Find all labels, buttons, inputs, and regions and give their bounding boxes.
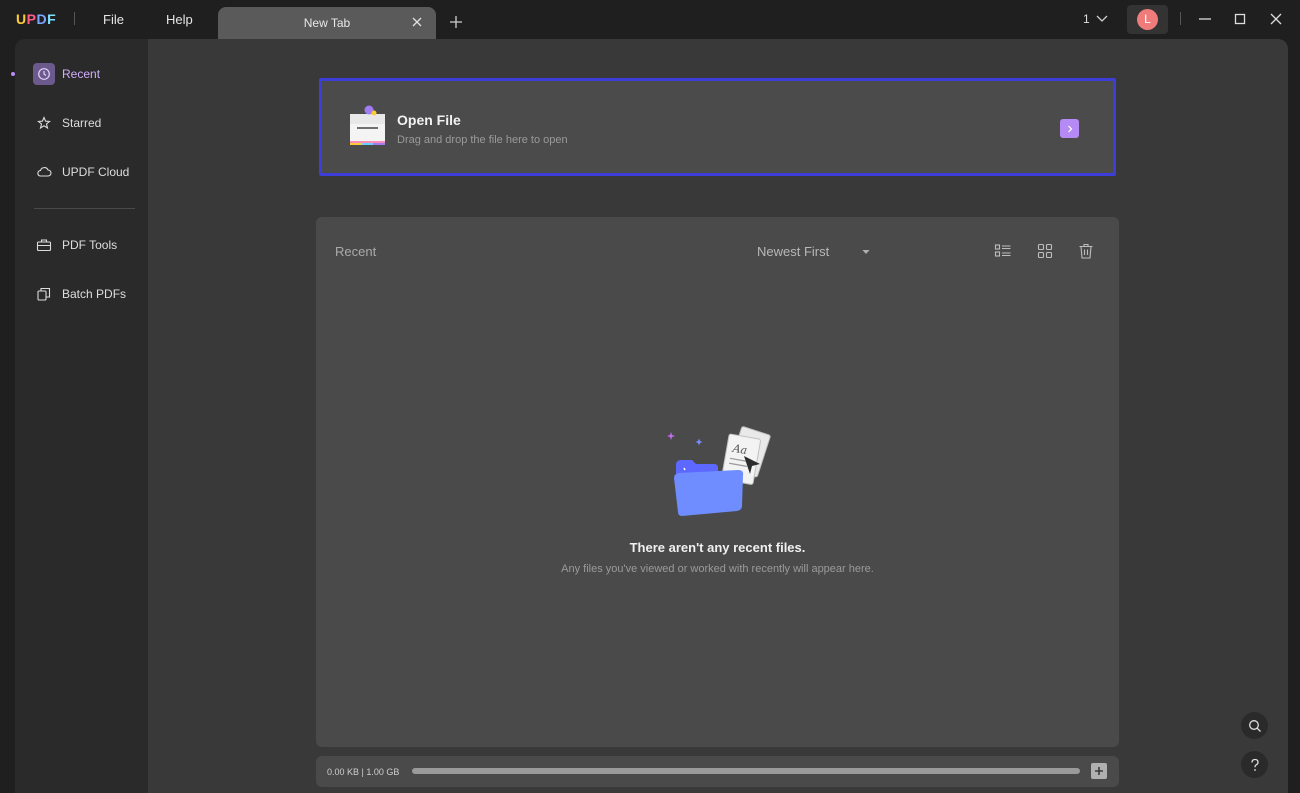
empty-folder-illustration: Aa <box>667 426 771 516</box>
clock-icon <box>33 63 55 85</box>
help-button[interactable] <box>1241 751 1268 778</box>
minimize-icon[interactable] <box>1197 11 1213 27</box>
chevron-down-icon[interactable] <box>1096 12 1108 24</box>
storage-bar: 0.00 KB | 1.00 GB <box>316 756 1119 787</box>
sidebar-divider <box>34 208 135 209</box>
toolbox-icon <box>33 234 55 256</box>
sidebar <box>15 39 148 793</box>
open-file-go-button[interactable] <box>1060 119 1079 138</box>
page-indicator[interactable]: 1 <box>1083 12 1090 26</box>
sidebar-item-label: Starred <box>62 116 102 130</box>
close-tab-icon[interactable] <box>410 15 424 29</box>
empty-state-subtitle: Any files you've viewed or worked with r… <box>561 563 874 575</box>
cloud-icon <box>33 161 55 183</box>
updf-logo: UPDF <box>16 11 57 27</box>
tab-new-tab[interactable]: New Tab <box>218 7 436 39</box>
sort-dropdown[interactable]: Newest First <box>757 244 829 259</box>
title-bar: UPDF File Help New Tab 1 L <box>0 0 1300 39</box>
search-icon <box>1248 719 1261 732</box>
grid-view-icon[interactable] <box>1036 242 1054 260</box>
active-indicator-dot <box>11 72 15 76</box>
dropdown-arrow-icon[interactable] <box>861 248 871 256</box>
plus-icon <box>1095 767 1103 775</box>
sidebar-item-recent[interactable]: Recent <box>33 62 100 86</box>
sidebar-item-pdf-tools[interactable]: PDF Tools <box>33 233 117 257</box>
recent-panel-title: Recent <box>335 244 377 259</box>
tab-label: New Tab <box>303 16 351 30</box>
list-view-icon[interactable] <box>994 242 1012 260</box>
sidebar-item-label: UPDF Cloud <box>62 165 130 179</box>
search-button[interactable] <box>1241 712 1268 739</box>
avatar[interactable]: L <box>1137 9 1158 30</box>
sidebar-item-starred[interactable]: Starred <box>33 111 101 135</box>
sidebar-item-label: Batch PDFs <box>62 287 127 301</box>
sidebar-item-updf-cloud[interactable]: UPDF Cloud <box>33 160 129 184</box>
maximize-icon[interactable] <box>1232 11 1248 27</box>
chevron-right-icon <box>1067 125 1072 132</box>
batch-icon <box>33 283 55 305</box>
trash-icon[interactable] <box>1077 242 1095 260</box>
add-storage-button[interactable] <box>1091 763 1107 779</box>
title-separator <box>74 12 75 25</box>
new-tab-plus-icon[interactable] <box>448 14 464 30</box>
star-icon <box>33 112 55 134</box>
close-window-icon[interactable] <box>1268 11 1284 27</box>
empty-state-title: There aren't any recent files. <box>629 540 806 555</box>
menu-file[interactable]: File <box>103 12 124 27</box>
storage-progress-track <box>412 768 1080 774</box>
sidebar-item-label: Recent <box>62 67 101 81</box>
svg-text:Aa: Aa <box>731 442 749 457</box>
open-file-title: Open File <box>397 112 461 128</box>
menu-help[interactable]: Help <box>166 12 193 27</box>
open-file-subtitle: Drag and drop the file here to open <box>397 134 568 146</box>
sidebar-item-batch-pdfs[interactable]: Batch PDFs <box>33 282 126 306</box>
question-mark-icon <box>1250 758 1259 771</box>
open-file-card[interactable]: Open File Drag and drop the file here to… <box>319 78 1116 176</box>
open-folder-icon <box>350 105 385 145</box>
sidebar-item-label: PDF Tools <box>62 238 118 252</box>
window-controls-separator <box>1180 12 1181 25</box>
storage-usage-text: 0.00 KB | 1.00 GB <box>327 767 400 777</box>
recent-files-panel: Recent Newest First Aa There aren't any … <box>316 217 1119 747</box>
